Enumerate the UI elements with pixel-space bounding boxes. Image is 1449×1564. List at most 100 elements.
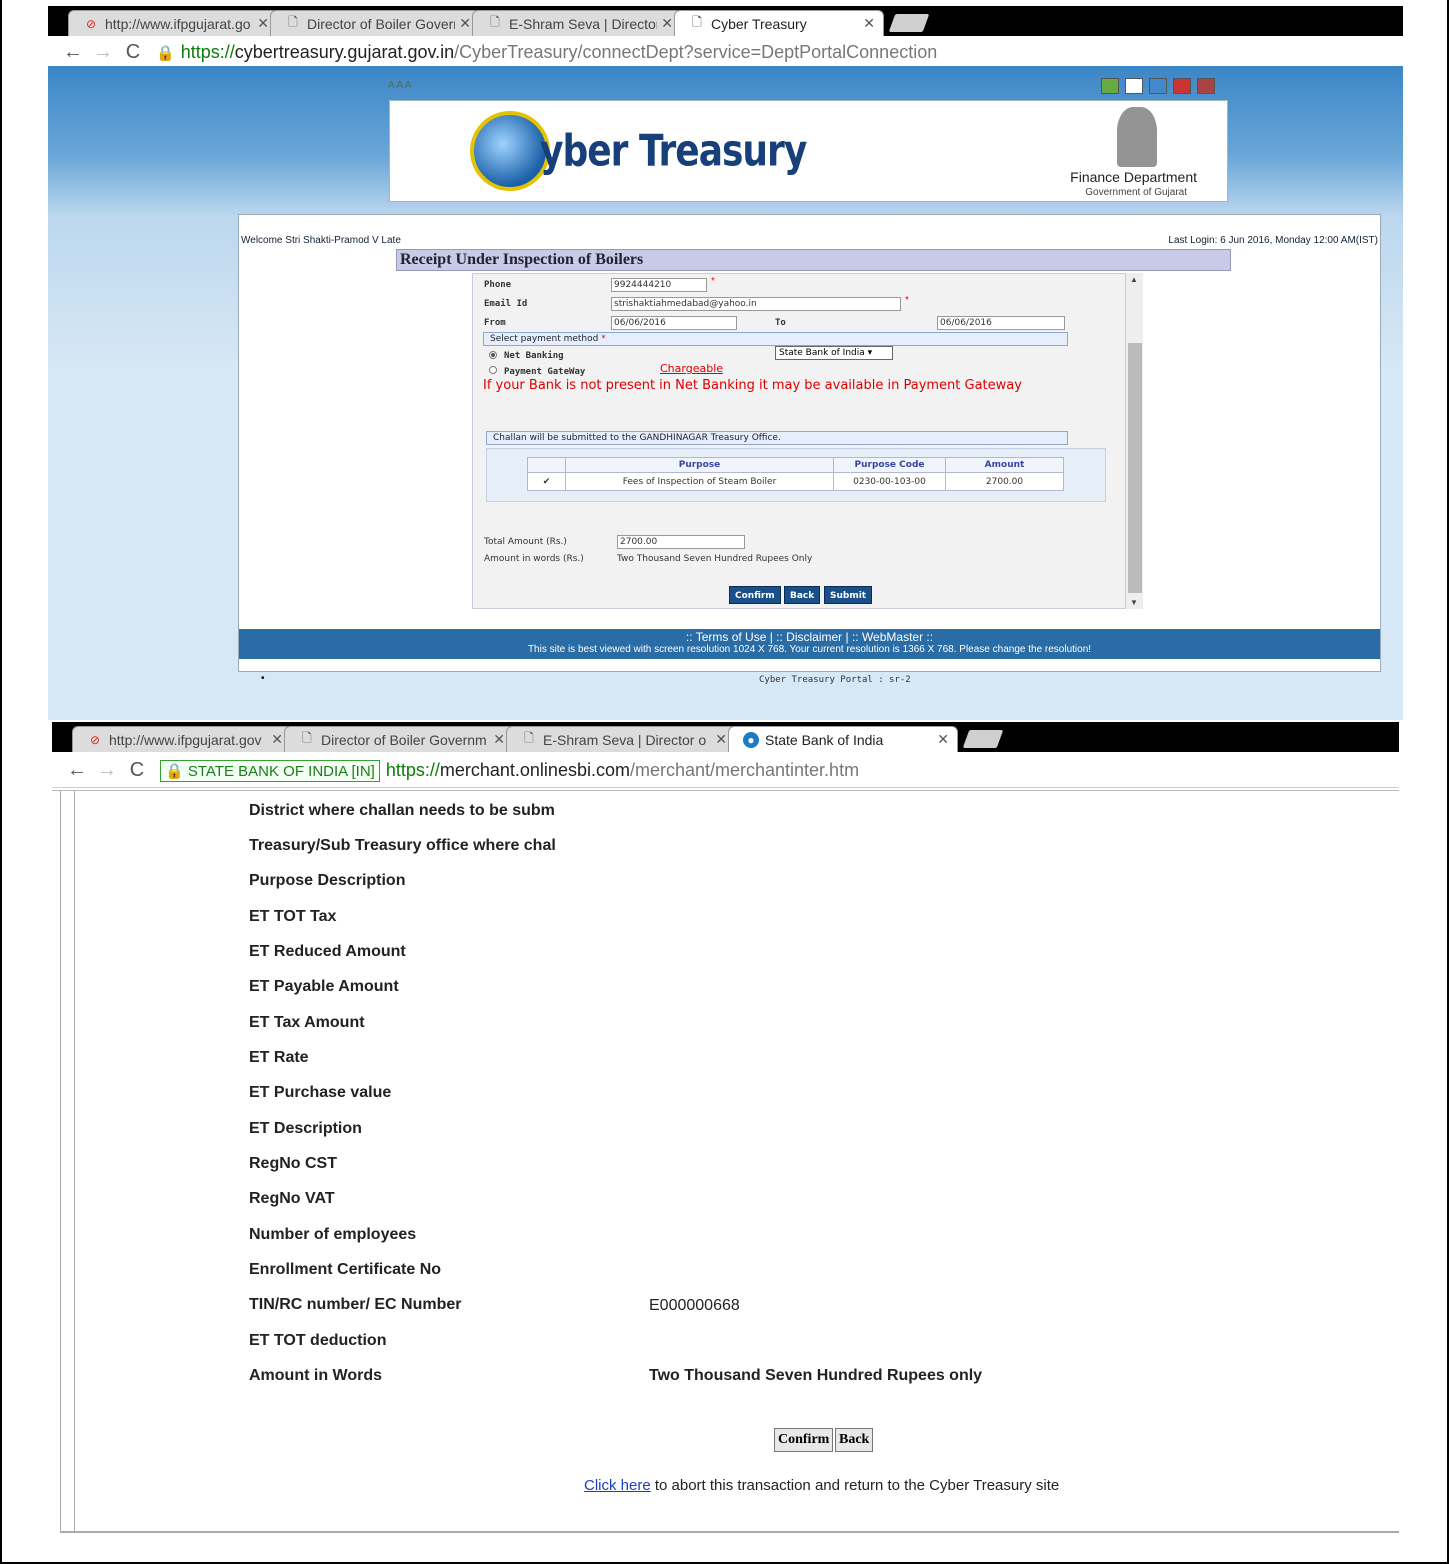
email-label: Email Id [484,299,528,309]
amount-in-words: Two Thousand Seven Hundred Rupees Only [617,554,813,564]
tab-eshram[interactable]: 🗋 E-Shram Seva | Director o ✕ [506,726,736,752]
page-icon: 🗋 [692,15,702,29]
row-label: TIN/RC number/ EC Number [249,1296,462,1313]
cyber-treasury-logo-icon [470,111,550,191]
ev-badge[interactable]: 🔒 STATE BANK OF INDIA [IN] [160,759,380,782]
row-label: ET TOT Tax [249,908,337,925]
sbi-page: District where challan needs to be subm … [52,790,1399,1533]
tab-ifpgujarat[interactable]: ⊘ http://www.ifpgujarat.go ✕ [68,10,278,36]
back-arrow-icon[interactable]: ← [62,759,92,782]
sbi-icon: ● [743,731,759,748]
close-icon[interactable]: ✕ [937,731,949,748]
reload-icon[interactable]: C [118,41,148,64]
tab-eshram[interactable]: 🗋 E-Shram Seva | Director o ✕ [472,10,682,36]
close-icon[interactable]: ✕ [271,731,283,748]
net-banking-radio[interactable] [489,351,497,359]
home-icon[interactable] [1101,78,1119,94]
header-icons [1101,78,1215,94]
scroll-up-icon[interactable]: ▲ [1130,275,1138,284]
net-banking-label: Net Banking [504,351,564,361]
row-label: Enrollment Certificate No [249,1261,442,1278]
url-field[interactable]: 🔒 https://cybertreasury.gujarat.gov.in/C… [156,42,937,63]
forward-arrow-icon[interactable]: → [92,759,122,782]
chargeable-link[interactable]: Chargeable [660,362,723,375]
to-date-input[interactable]: 06/06/2016 [937,316,1065,330]
url-path: /merchant/merchantinter.htm [629,760,860,780]
purpose-table: Purpose Purpose Code Amount ✔ Fees of In… [527,457,1064,491]
phone-input[interactable]: 9924444210 [611,278,707,292]
url-field[interactable]: 🔒 STATE BANK OF INDIA [IN] https://merch… [160,759,860,782]
table-header: Purpose [565,457,834,473]
tab-title: Director of Boiler Governo [307,15,456,32]
welcome-text: Welcome Stri Shakti-Pramod V Late [241,235,401,246]
tab-sbi[interactable]: ● State Bank of India ✕ [728,726,958,752]
new-tab-button[interactable] [888,14,930,32]
back-button[interactable]: Back [784,586,821,604]
reload-icon[interactable]: C [122,759,152,782]
close-icon[interactable]: ✕ [257,15,269,32]
row-label: ET Purchase value [249,1084,392,1101]
footer-links[interactable]: :: Terms of Use | :: Disclaimer | :: Web… [239,630,1380,644]
last-login: Last Login: 6 Jun 2016, Monday 12:00 AM(… [1168,235,1378,246]
logout-icon[interactable] [1197,78,1215,94]
confirm-button[interactable]: Confirm [729,586,781,604]
total-input[interactable]: 2700.00 [617,535,745,549]
tab-cyber-treasury[interactable]: 🗋 Cyber Treasury ✕ [674,10,884,36]
bottom-rule [60,1531,1399,1533]
dept-name: Finance Department [1070,169,1197,185]
close-icon[interactable]: ✕ [715,731,727,748]
payment-gateway-radio[interactable] [489,366,497,374]
email-input[interactable]: strishaktiahmedabad@yahoo.in [611,297,901,311]
row-label: ET Rate [249,1049,309,1066]
font-size-controls[interactable]: A A A [388,80,411,91]
national-emblem-icon [1117,107,1157,167]
main-panel: Welcome Stri Shakti-Pramod V Late Last L… [238,214,1381,685]
amount-words-value: Two Thousand Seven Hundred Rupees only [649,1367,983,1384]
bank-select[interactable]: State Bank of India ▾ [775,346,893,360]
scroll-down-icon[interactable]: ▼ [1130,598,1138,607]
close-icon[interactable]: ✕ [863,15,875,32]
address-bar: ← → C 🔒 https://cybertreasury.gujarat.go… [48,36,1403,70]
user-icon[interactable] [1173,78,1191,94]
row-label: ET Payable Amount [249,978,399,995]
payment-warning: If your Bank is not present in Net Banki… [483,378,1022,393]
lock-icon: 🔒 [156,44,175,62]
scrollbar[interactable]: ▲ ▼ [1125,273,1143,609]
table-header: Amount [945,457,1064,473]
row-label: Number of employees [249,1226,417,1243]
tab-strip-2: ⊘ http://www.ifpgujarat.gov ✕ 🗋 Director… [52,722,1399,752]
url-scheme: https:// [180,42,235,62]
scrollbar-thumb[interactable] [1128,343,1142,593]
close-icon[interactable]: ✕ [459,15,471,32]
divider [74,791,75,1533]
row-label: ET Tax Amount [249,1014,365,1031]
tab-title: State Bank of India [765,731,884,748]
row-label: ET TOT deduction [249,1332,387,1349]
row-label: RegNo VAT [249,1190,335,1207]
from-label: From [484,318,506,328]
purpose-table-wrap: Purpose Purpose Code Amount ✔ Fees of In… [486,448,1106,502]
tab-title: E-Shram Seva | Director o [543,731,707,748]
edit-icon[interactable] [1125,78,1143,94]
words-label: Amount in words (Rs.) [484,554,584,564]
back-button[interactable]: Back [835,1428,874,1452]
tab-director-boiler[interactable]: 🗋 Director of Boiler Governo ✕ [270,10,480,36]
submit-button[interactable]: Submit [824,586,873,604]
abort-link[interactable]: Click here [584,1477,651,1494]
section-title: Challan will be submitted to the GANDHIN… [493,433,781,443]
back-arrow-icon[interactable]: ← [58,41,88,64]
tab-director-boiler[interactable]: 🗋 Director of Boiler Governm ✕ [284,726,514,752]
download-icon[interactable] [1149,78,1167,94]
confirm-button[interactable]: Confirm [774,1428,834,1452]
phone-label: Phone [484,280,512,290]
close-icon[interactable]: ✕ [661,15,673,32]
url-host: merchant.onlinesbi.com [439,760,630,780]
gov-name: Government of Gujarat [1085,187,1187,198]
close-icon[interactable]: ✕ [493,731,505,748]
row-label: District where challan needs to be subm [249,802,555,819]
from-date-input[interactable]: 06/06/2016 [611,316,737,330]
tab-ifpgujarat[interactable]: ⊘ http://www.ifpgujarat.gov ✕ [72,726,292,752]
forward-arrow-icon[interactable]: → [88,41,118,64]
row-checkbox[interactable]: ✔ [527,472,566,491]
new-tab-button[interactable] [962,730,1004,748]
